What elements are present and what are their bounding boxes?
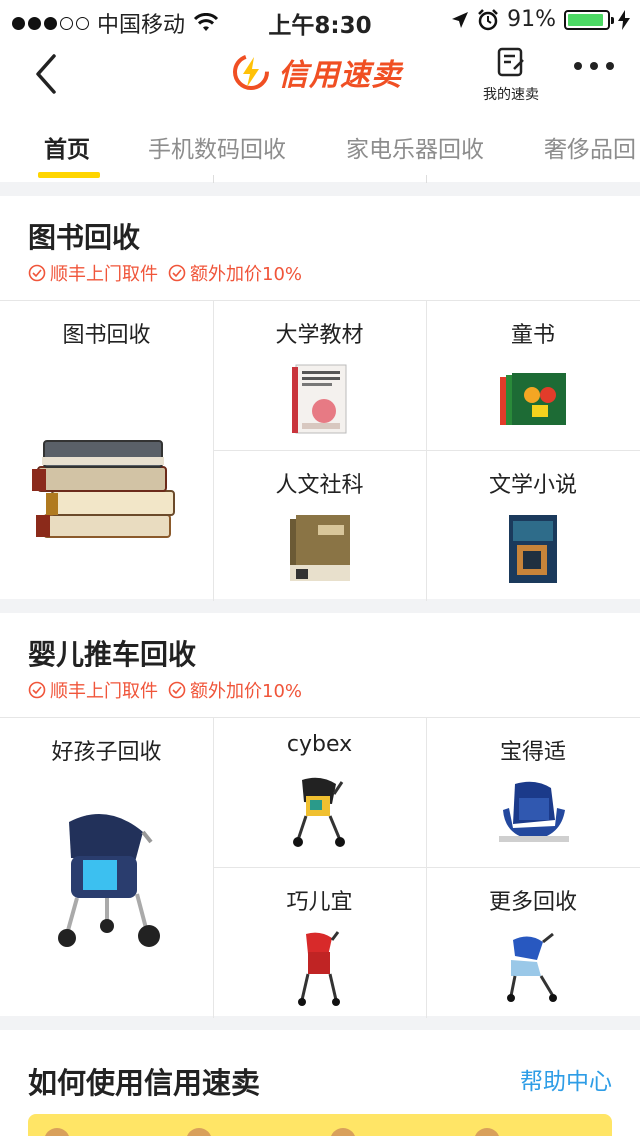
step-icon [330, 1128, 356, 1136]
tab-phone-digital[interactable]: 手机数码回收 [148, 130, 286, 164]
perk-bonus: 额外加价10% [168, 677, 302, 703]
perk-text: 额外加价10% [190, 264, 303, 285]
novel-book-image [509, 515, 557, 583]
grid-item-label: cybex [286, 732, 353, 757]
navy-stroller-image [57, 814, 160, 947]
perk-text: 顺丰上门取件 [50, 681, 158, 702]
back-button[interactable] [28, 52, 68, 96]
grid-item-label: 更多回收 [488, 890, 577, 915]
grid-item-childrens-books[interactable]: 童书 [426, 301, 640, 451]
stroller-category-grid: 好孩子回收 cybex 宝得适 巧儿宜 更多回收 [0, 717, 640, 1018]
perk-pickup: 顺丰上门取件 [28, 260, 158, 286]
how-to-use-section: 如何使用信用速卖 帮助中心 [0, 1030, 640, 1136]
step-icon [44, 1128, 70, 1136]
help-center-link[interactable]: 帮助中心 [520, 1062, 612, 1096]
grid-item-label: 大学教材 [275, 323, 364, 348]
red-stroller-image [297, 931, 340, 1006]
grid-item-qborn[interactable]: 巧儿宜 [213, 868, 427, 1018]
active-tab-indicator [38, 172, 100, 178]
book-category-grid: 图书回收 大学教材 童书 人文社科 文学小说 [0, 300, 640, 601]
step-icon [474, 1128, 500, 1136]
category-tabs: 首页 手机数码回收 家电乐器回收 奢侈品回 [0, 112, 640, 182]
check-circle-icon [168, 681, 186, 699]
grid-item-label: 巧儿宜 [286, 890, 353, 915]
check-circle-icon [28, 264, 46, 282]
more-menu-button[interactable] [574, 62, 614, 70]
battery-percent: 91% [507, 7, 556, 32]
brand-name: 信用速卖 [278, 58, 402, 93]
tab-appliances-instruments[interactable]: 家电乐器回收 [346, 130, 484, 164]
grid-item-literature[interactable]: 文学小说 [426, 451, 640, 601]
grid-item-book-recycling[interactable]: 图书回收 [0, 301, 214, 601]
dot-icon [590, 62, 598, 70]
dot-icon [606, 62, 614, 70]
dot-icon [574, 62, 582, 70]
tab-home[interactable]: 首页 [44, 130, 90, 164]
grid-item-label: 好孩子回收 [51, 740, 162, 765]
blue-stroller-image [507, 932, 557, 1002]
section-title: 如何使用信用速卖 [28, 1066, 261, 1100]
childrens-book-image [500, 373, 566, 425]
grid-item-cybex[interactable]: cybex [213, 718, 427, 868]
charging-bolt-icon [618, 9, 630, 30]
my-sales-button[interactable]: 我的速卖 [476, 46, 546, 104]
humanities-book-image [289, 515, 350, 581]
brand-logo: 信用速卖 [232, 50, 402, 94]
document-edit-icon [497, 47, 524, 77]
divider [426, 175, 427, 183]
grid-item-label: 图书回收 [62, 323, 151, 348]
check-circle-icon [168, 264, 186, 282]
grid-item-label: 人文社科 [275, 473, 364, 498]
grid-item-more[interactable]: 更多回收 [426, 868, 640, 1018]
battery-icon [564, 9, 614, 30]
grid-item-goodbaby[interactable]: 好孩子回收 [0, 718, 214, 1018]
perk-pickup: 顺丰上门取件 [28, 677, 158, 703]
steps-banner [28, 1114, 612, 1136]
grid-item-britax[interactable]: 宝得适 [426, 718, 640, 868]
section-title: 婴儿推车回收 [28, 638, 197, 671]
textbook-image [291, 364, 346, 434]
lightning-logo-icon [233, 54, 269, 90]
cybex-stroller-image [292, 777, 345, 847]
navigation-bar: 信用速卖 我的速卖 [0, 40, 640, 112]
alarm-clock-icon [478, 8, 498, 30]
grid-item-label: 童书 [510, 323, 555, 348]
section-title: 图书回收 [28, 221, 141, 254]
my-sales-label: 我的速卖 [483, 87, 539, 103]
grid-item-label: 宝得适 [499, 740, 566, 765]
step-icon [186, 1128, 212, 1136]
car-seat-image [499, 781, 569, 842]
grid-item-label: 文学小说 [488, 473, 577, 498]
grid-item-humanities[interactable]: 人文社科 [213, 451, 427, 601]
book-recycling-section: 图书回收 顺丰上门取件 额外加价10% 图书回收 大学教材 童书 人文社科 文学… [0, 196, 640, 601]
divider [213, 175, 214, 183]
status-bar: 中国移动 上午8:30 91% [0, 0, 640, 40]
stroller-recycling-section: 婴儿推车回收 顺丰上门取件 额外加价10% 好孩子回收 cybex 宝得适 巧儿… [0, 613, 640, 1018]
status-right: 91% [451, 7, 630, 32]
perk-text: 顺丰上门取件 [50, 264, 158, 285]
check-circle-icon [28, 681, 46, 699]
perks-row: 顺丰上门取件 额外加价10% [28, 260, 302, 286]
perk-text: 额外加价10% [190, 681, 303, 702]
location-arrow-icon [452, 11, 469, 28]
perk-bonus: 额外加价10% [168, 260, 302, 286]
grid-item-textbooks[interactable]: 大学教材 [213, 301, 427, 451]
tab-luxury[interactable]: 奢侈品回 [544, 130, 636, 164]
book-stack-image [31, 440, 175, 538]
chevron-left-icon [36, 54, 56, 94]
perks-row: 顺丰上门取件 额外加价10% [28, 677, 302, 703]
